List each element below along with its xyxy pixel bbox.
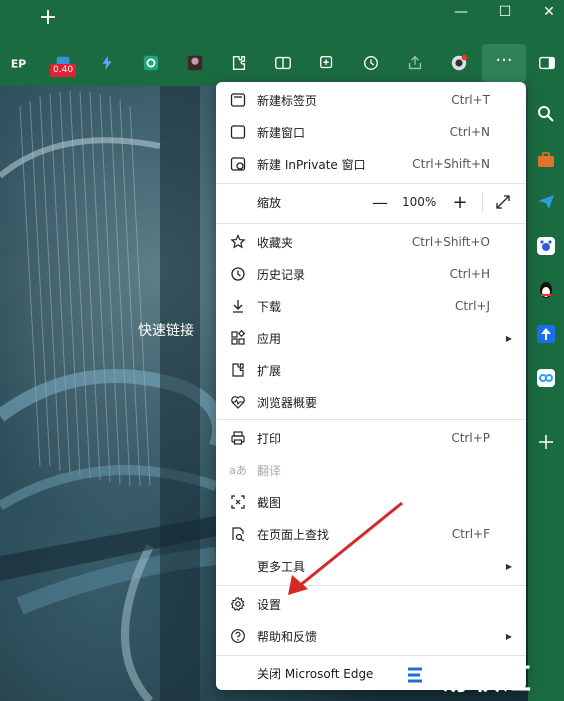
download-icon — [229, 297, 247, 315]
extension-badge: 0.40 — [50, 64, 77, 77]
zoom-out-button[interactable]: — — [372, 193, 388, 212]
screenshot-icon — [229, 493, 247, 511]
gear-icon — [229, 595, 247, 613]
menu-item-label: 新建 InPrivate 窗口 — [257, 157, 366, 172]
watermark-logo — [402, 661, 430, 689]
menu-item-shortcut: Ctrl+Shift+N — [412, 157, 490, 171]
watermark-text: 易软汇 — [440, 662, 534, 696]
history-icon — [229, 265, 247, 283]
menu-item-help-and-feedback[interactable]: 帮助和反馈 ▶ — [216, 620, 526, 652]
menu-item-print[interactable]: 打印 Ctrl+P — [216, 422, 526, 454]
blue-arrow-icon[interactable] — [534, 322, 558, 346]
settings-and-more-button[interactable]: ··· — [482, 44, 526, 82]
lightning-extension-icon[interactable] — [94, 50, 120, 76]
chevron-right-icon: ▶ — [505, 631, 512, 641]
new-window-icon — [229, 123, 247, 141]
menu-divider — [216, 183, 526, 184]
menu-item-label: 扩展 — [257, 363, 282, 378]
menu-item-shortcut: Ctrl+N — [449, 125, 490, 139]
menu-divider — [216, 223, 526, 224]
help-icon — [229, 627, 247, 645]
annotation-arrow — [288, 501, 403, 595]
menu-item-shortcut: Ctrl+J — [455, 299, 490, 313]
menu-item-label: 收藏夹 — [257, 235, 294, 250]
menu-item-shortcut: Ctrl+P — [451, 431, 490, 445]
maximize-button[interactable]: ☐ — [490, 2, 520, 22]
right-sidebar — [528, 86, 564, 701]
menu-item-label: 帮助和反馈 — [257, 629, 318, 644]
inprivate-icon — [229, 155, 247, 173]
menu-item-history[interactable]: 历史记录 Ctrl+H — [216, 258, 526, 290]
quick-links-label[interactable]: 快速链接 — [138, 320, 194, 340]
menu-item-favorites[interactable]: 收藏夹 Ctrl+Shift+O — [216, 226, 526, 258]
menu-item-label: 下载 — [257, 299, 282, 314]
menu-item-label: 打印 — [257, 431, 282, 446]
minimize-button[interactable]: — — [446, 2, 476, 22]
svg-text:EP: EP — [11, 58, 26, 71]
menu-item-new-inprivate-window[interactable]: 新建 InPrivate 窗口 Ctrl+Shift+N — [216, 148, 526, 180]
menu-item-label: 历史记录 — [257, 267, 306, 282]
close-window-button[interactable]: ✕ — [534, 2, 564, 22]
heartbeat-icon — [229, 393, 247, 411]
menu-item-label: 翻译 — [257, 463, 282, 478]
menu-item-shortcut: Ctrl+T — [451, 93, 490, 107]
history-icon[interactable] — [358, 50, 384, 76]
translate-icon: aあ — [229, 464, 247, 477]
menu-item-label: 浏览器概要 — [257, 395, 318, 410]
new-tab-icon — [229, 91, 247, 109]
new-tab-button[interactable]: + — [36, 6, 60, 30]
menu-item-label: 应用 — [257, 331, 282, 346]
toolbar: EP — [0, 40, 564, 86]
chevron-right-icon: ▶ — [505, 333, 512, 343]
title-bar: + — ☐ ✕ — [0, 0, 564, 40]
menu-item-extensions[interactable]: 扩展 — [216, 354, 526, 386]
profile-avatar-icon[interactable] — [446, 50, 472, 76]
qq-icon[interactable] — [534, 278, 558, 302]
menu-item-new-window[interactable]: 新建窗口 Ctrl+N — [216, 116, 526, 148]
menu-item-browser-essentials[interactable]: 浏览器概要 — [216, 386, 526, 418]
menu-item-shortcut: Ctrl+H — [449, 267, 490, 281]
send-icon[interactable] — [534, 190, 558, 214]
add-favorites-icon[interactable] — [314, 50, 340, 76]
split-screen-icon[interactable] — [270, 50, 296, 76]
ep-extension-icon[interactable]: EP — [6, 50, 32, 76]
fullscreen-icon[interactable] — [494, 193, 512, 211]
green-extension-icon[interactable] — [138, 50, 164, 76]
menu-item-translate: aあ 翻译 — [216, 454, 526, 486]
menu-item-label: 新建标签页 — [257, 93, 318, 108]
extensions-icon — [229, 361, 247, 379]
zoom-in-button[interactable]: + — [452, 192, 468, 213]
toolbox-icon[interactable] — [534, 148, 558, 172]
menu-item-label: 新建窗口 — [257, 125, 306, 140]
zoom-divider — [482, 192, 483, 212]
avatar-extension-icon[interactable] — [182, 50, 208, 76]
baidu-icon[interactable] — [534, 234, 558, 258]
zoom-label: 缩放 — [257, 195, 282, 210]
chevron-right-icon: ▶ — [505, 561, 512, 571]
apps-icon — [229, 329, 247, 347]
menu-item-downloads[interactable]: 下载 Ctrl+J — [216, 290, 526, 322]
add-sidebar-app-icon[interactable] — [534, 430, 558, 454]
zoom-level: 100% — [402, 195, 437, 209]
menu-item-shortcut: Ctrl+Shift+O — [411, 235, 490, 249]
menu-divider — [216, 419, 526, 420]
menu-item-zoom: 缩放 — 100% + — [216, 186, 526, 218]
print-icon — [229, 429, 247, 447]
menu-item-new-tab[interactable]: 新建标签页 Ctrl+T — [216, 84, 526, 116]
menu-item-label: 关闭 Microsoft Edge — [257, 666, 374, 681]
favorites-icon — [229, 233, 247, 251]
sidebar-toggle-icon[interactable] — [534, 50, 560, 76]
extensions-icon[interactable] — [226, 50, 252, 76]
search-icon[interactable] — [534, 102, 558, 126]
find-icon — [229, 525, 247, 543]
share-icon[interactable] — [402, 50, 428, 76]
menu-item-apps[interactable]: 应用 ▶ — [216, 322, 526, 354]
cloud-icon[interactable] — [534, 366, 558, 390]
menu-item-shortcut: Ctrl+F — [451, 527, 490, 541]
